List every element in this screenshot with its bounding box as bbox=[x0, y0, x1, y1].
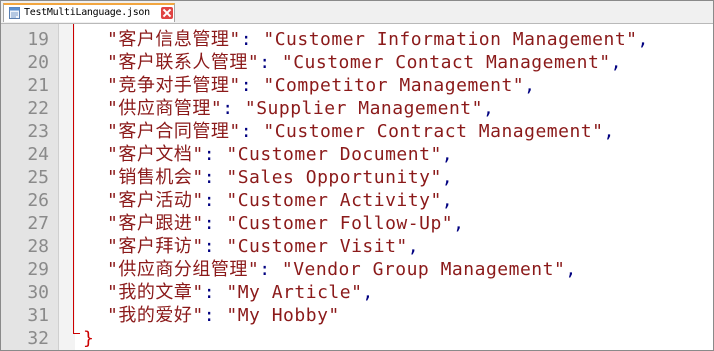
json-comma: , bbox=[453, 213, 465, 234]
json-comma: , bbox=[603, 121, 615, 142]
line-number: 25 bbox=[27, 167, 49, 188]
line-number: 22 bbox=[27, 98, 49, 119]
line-number: 28 bbox=[27, 236, 49, 257]
file-icon bbox=[9, 7, 20, 19]
json-colon: : bbox=[240, 75, 264, 96]
line-number: 29 bbox=[27, 259, 49, 280]
fold-indicator-line bbox=[73, 24, 74, 334]
code-line: "客户联系人管理": "Customer Contact Management"… bbox=[107, 51, 622, 74]
json-key: "客户活动" bbox=[107, 190, 204, 211]
json-value: "Customer Follow-Up" bbox=[226, 213, 454, 234]
tab-label: TestMultiLanguage.json bbox=[24, 7, 150, 18]
code-line: "我的爱好": "My Hobby" bbox=[107, 304, 340, 327]
code-line: "我的文章": "My Article", bbox=[107, 281, 374, 304]
json-value: "Competitor Management" bbox=[263, 75, 525, 96]
json-value: "Customer Activity" bbox=[226, 190, 442, 211]
json-comma: , bbox=[441, 190, 454, 211]
line-number: 30 bbox=[27, 282, 49, 303]
json-key: "客户联系人管理" bbox=[107, 52, 260, 73]
json-key: "客户跟进" bbox=[107, 213, 204, 234]
json-colon: : bbox=[222, 98, 245, 119]
json-key: "我的爱好" bbox=[107, 305, 204, 326]
json-comma: , bbox=[441, 144, 454, 165]
json-colon: : bbox=[203, 144, 227, 165]
json-colon: : bbox=[203, 236, 227, 257]
line-number: 23 bbox=[27, 121, 49, 142]
code-line: "竞争对手管理": "Competitor Management", bbox=[107, 74, 535, 97]
line-number: 20 bbox=[27, 52, 49, 73]
json-colon: : bbox=[203, 167, 227, 188]
line-number: 24 bbox=[27, 144, 49, 165]
json-colon: : bbox=[203, 282, 227, 303]
json-colon: : bbox=[240, 121, 264, 142]
json-comma: , bbox=[524, 75, 536, 96]
line-number: 21 bbox=[27, 75, 49, 96]
json-comma: , bbox=[407, 236, 420, 257]
json-key: "销售机会" bbox=[107, 167, 204, 188]
json-colon: : bbox=[259, 259, 282, 280]
json-value: "Customer Information Management" bbox=[263, 29, 638, 50]
json-colon: : bbox=[259, 52, 282, 73]
json-colon: : bbox=[203, 213, 227, 234]
json-key: "客户拜访" bbox=[107, 236, 204, 257]
json-key: "竞争对手管理" bbox=[107, 75, 241, 96]
json-key: "客户合同管理" bbox=[107, 121, 241, 142]
code-editor[interactable]: 19 20 21 22 23 24 25 26 27 28 29 30 31 32 "客户信息管理": "… bbox=[1, 24, 713, 350]
json-comma: , bbox=[610, 52, 622, 73]
code-line: "客户活动": "Customer Activity", bbox=[107, 189, 453, 212]
code-line: "客户跟进": "Customer Follow-Up", bbox=[107, 212, 464, 235]
json-value: "Customer Document" bbox=[226, 144, 442, 165]
json-value: "Supplier Management" bbox=[244, 98, 483, 119]
json-value: "Customer Visit" bbox=[226, 236, 408, 257]
json-value: "Sales Opportunity" bbox=[226, 167, 442, 188]
code-line: "客户合同管理": "Customer Contract Management"… bbox=[107, 120, 615, 143]
code-line: "供应商分组管理": "Vendor Group Management", bbox=[107, 258, 577, 281]
json-comma: , bbox=[362, 282, 374, 303]
line-number: 32 bbox=[27, 328, 49, 349]
line-number: 26 bbox=[27, 190, 49, 211]
code-line: } bbox=[83, 327, 94, 350]
json-value: "Customer Contact Management" bbox=[281, 52, 611, 73]
close-icon[interactable] bbox=[161, 7, 173, 19]
line-number: 19 bbox=[27, 29, 49, 50]
json-key: "我的文章" bbox=[107, 282, 204, 303]
json-key: "供应商管理" bbox=[107, 98, 223, 119]
json-key: "客户文档" bbox=[107, 144, 204, 165]
json-comma: , bbox=[441, 167, 454, 188]
code-line: "客户信息管理": "Customer Information Manageme… bbox=[107, 28, 649, 51]
line-number-gutter: 19 20 21 22 23 24 25 26 27 28 29 30 31 32 bbox=[1, 24, 59, 350]
code-line: "客户拜访": "Customer Visit", bbox=[107, 235, 419, 258]
json-comma: , bbox=[482, 98, 495, 119]
json-value: "Customer Contract Management" bbox=[263, 121, 604, 142]
json-key: "客户信息管理" bbox=[107, 29, 241, 50]
code-line: "客户文档": "Customer Document", bbox=[107, 143, 453, 166]
json-key: "供应商分组管理" bbox=[107, 259, 260, 280]
json-colon: : bbox=[203, 305, 227, 326]
json-value: "Vendor Group Management" bbox=[281, 259, 566, 280]
line-number: 27 bbox=[27, 213, 49, 234]
code-text-area[interactable]: "客户信息管理": "Customer Information Manageme… bbox=[77, 24, 713, 350]
json-value: "My Hobby" bbox=[226, 305, 340, 326]
json-colon: : bbox=[240, 29, 264, 50]
editor-window: TestMultiLanguage.json 19 20 21 22 23 24 25 26 2… bbox=[0, 0, 714, 351]
closing-brace: } bbox=[83, 328, 95, 349]
tab-testmultilanguage-json[interactable]: TestMultiLanguage.json bbox=[3, 3, 175, 22]
code-line: "供应商管理": "Supplier Management", bbox=[107, 97, 494, 120]
json-comma: , bbox=[637, 29, 649, 50]
json-comma: , bbox=[565, 259, 577, 280]
json-colon: : bbox=[203, 190, 227, 211]
line-number: 31 bbox=[27, 305, 49, 326]
code-line: "销售机会": "Sales Opportunity", bbox=[107, 166, 453, 189]
tab-bar: TestMultiLanguage.json bbox=[1, 1, 713, 24]
json-value: "My Article" bbox=[226, 282, 363, 303]
